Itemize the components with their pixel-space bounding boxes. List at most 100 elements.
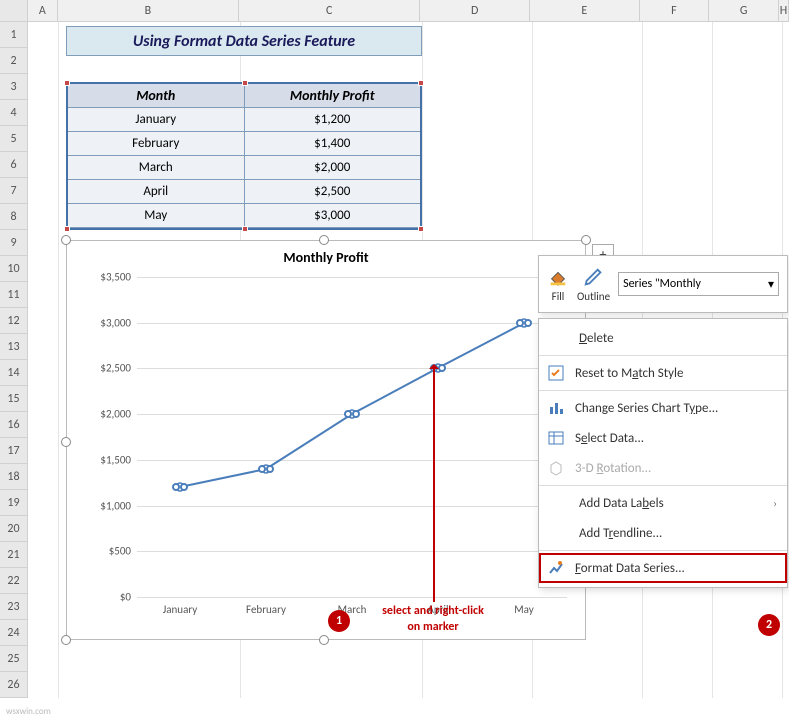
- outline-label: Outline: [577, 290, 610, 303]
- range-handle-icon: [64, 226, 70, 232]
- col-header-C[interactable]: C: [239, 0, 420, 21]
- row-header[interactable]: 14: [0, 360, 27, 386]
- chart-handle-icon[interactable]: [581, 235, 591, 245]
- page-title: Using Format Data Series Feature: [66, 26, 422, 56]
- cell-profit: $2,500: [245, 180, 421, 204]
- select-all-corner[interactable]: [0, 0, 28, 21]
- row-header[interactable]: 17: [0, 438, 27, 464]
- row-header[interactable]: 16: [0, 412, 27, 438]
- table-header-month: Month: [68, 84, 245, 108]
- col-header-G[interactable]: G: [709, 0, 779, 21]
- blank-icon: [551, 329, 569, 347]
- row-header[interactable]: 18: [0, 464, 27, 490]
- table-row[interactable]: February $1,400: [68, 132, 420, 156]
- cells-area[interactable]: Using Format Data Series Feature Month M…: [28, 22, 789, 698]
- row-header[interactable]: 1: [0, 22, 27, 48]
- row-header[interactable]: 20: [0, 516, 27, 542]
- table-row[interactable]: May $3,000: [68, 204, 420, 228]
- cell-profit: $3,000: [245, 204, 421, 228]
- select-data-icon: [547, 429, 565, 447]
- submenu-arrow-icon: ›: [773, 497, 777, 510]
- cell-month: April: [68, 180, 245, 204]
- data-marker[interactable]: [517, 319, 531, 327]
- chart-handle-icon[interactable]: [61, 635, 71, 645]
- col-header-F[interactable]: F: [640, 0, 710, 21]
- range-handle-icon: [242, 226, 248, 232]
- row-header[interactable]: 8: [0, 204, 27, 230]
- format-series-icon: [547, 559, 565, 577]
- row-header[interactable]: 12: [0, 308, 27, 334]
- callout-arrow-icon: [433, 367, 435, 602]
- context-menu: Delete Reset to Match Style Change Serie…: [538, 318, 788, 588]
- chart-handle-icon[interactable]: [319, 635, 329, 645]
- mini-toolbar: Fill Outline Series "Monthly ▾: [538, 255, 788, 313]
- row-header[interactable]: 13: [0, 334, 27, 360]
- row-header[interactable]: 6: [0, 152, 27, 178]
- cube-icon: [547, 459, 565, 477]
- row-header[interactable]: 7: [0, 178, 27, 204]
- fill-button[interactable]: Fill: [547, 266, 569, 303]
- col-header-A[interactable]: A: [28, 0, 58, 21]
- plot-area[interactable]: $3,500 $3,000 $2,500 $2,000 $1,500 $1,00…: [137, 277, 567, 597]
- row-header[interactable]: 23: [0, 594, 27, 620]
- table-row[interactable]: January $1,200: [68, 108, 420, 132]
- row-header[interactable]: 15: [0, 386, 27, 412]
- row-header[interactable]: 25: [0, 646, 27, 672]
- blank-icon: [551, 524, 569, 542]
- chart[interactable]: Monthly Profit $3,500 $3,000 $2,500 $2,0…: [66, 240, 586, 640]
- col-header-D[interactable]: D: [420, 0, 530, 21]
- row-header[interactable]: 2: [0, 48, 27, 74]
- callout-number-1: 1: [328, 610, 350, 632]
- data-table[interactable]: Month Monthly Profit January $1,200 Febr…: [66, 82, 422, 230]
- chart-title[interactable]: Monthly Profit: [67, 249, 585, 266]
- y-tick: $1,500: [77, 453, 137, 466]
- row-header[interactable]: 9: [0, 230, 27, 256]
- row-header[interactable]: 24: [0, 620, 27, 646]
- menu-item-delete[interactable]: Delete: [539, 323, 787, 353]
- row-header[interactable]: 26: [0, 672, 27, 698]
- menu-text: Add Data Labels: [579, 496, 763, 511]
- menu-item-reset[interactable]: Reset to Match Style: [539, 358, 787, 388]
- row-header[interactable]: 5: [0, 126, 27, 152]
- series-selector-text: Series "Monthly: [623, 277, 701, 291]
- col-header-H[interactable]: H: [779, 0, 789, 21]
- data-marker[interactable]: [173, 483, 187, 491]
- y-tick: $1,000: [77, 499, 137, 512]
- pen-icon: [583, 266, 605, 288]
- series-selector[interactable]: Series "Monthly ▾: [618, 272, 779, 296]
- line-series[interactable]: [137, 277, 567, 597]
- col-header-E[interactable]: E: [530, 0, 640, 21]
- data-marker[interactable]: [345, 410, 359, 418]
- menu-item-select-data[interactable]: Select Data...: [539, 423, 787, 453]
- row-header[interactable]: 22: [0, 568, 27, 594]
- column-header-row: A B C D E F G H: [0, 0, 789, 22]
- row-header[interactable]: 11: [0, 282, 27, 308]
- y-tick: $2,000: [77, 408, 137, 421]
- menu-item-add-data-labels[interactable]: Add Data Labels ›: [539, 488, 787, 518]
- chart-handle-icon[interactable]: [61, 235, 71, 245]
- menu-text: Reset to Match Style: [575, 366, 777, 381]
- data-marker[interactable]: [259, 465, 273, 473]
- menu-separator: [539, 390, 787, 391]
- chart-handle-icon[interactable]: [319, 235, 329, 245]
- chart-type-icon: [547, 399, 565, 417]
- row-header[interactable]: 10: [0, 256, 27, 282]
- row-header[interactable]: 19: [0, 490, 27, 516]
- col-header-B[interactable]: B: [58, 0, 239, 21]
- row-header[interactable]: 4: [0, 100, 27, 126]
- menu-separator: [539, 485, 787, 486]
- table-row[interactable]: March $2,000: [68, 156, 420, 180]
- outline-button[interactable]: Outline: [577, 266, 610, 303]
- table-row[interactable]: April $2,500: [68, 180, 420, 204]
- menu-item-format-data-series[interactable]: Format Data Series...: [539, 553, 787, 583]
- row-header[interactable]: 3: [0, 74, 27, 100]
- menu-item-change-chart-type[interactable]: Change Series Chart Type...: [539, 393, 787, 423]
- blank-icon: [551, 494, 569, 512]
- chart-handle-icon[interactable]: [61, 437, 71, 447]
- callout-number-2: 2: [758, 614, 780, 636]
- cell-profit: $2,000: [245, 156, 421, 180]
- menu-item-3d-rotation: 3-D Rotation...: [539, 453, 787, 483]
- callout-text: select and right-click on marker: [358, 604, 508, 635]
- row-header[interactable]: 21: [0, 542, 27, 568]
- menu-item-add-trendline[interactable]: Add Trendline...: [539, 518, 787, 548]
